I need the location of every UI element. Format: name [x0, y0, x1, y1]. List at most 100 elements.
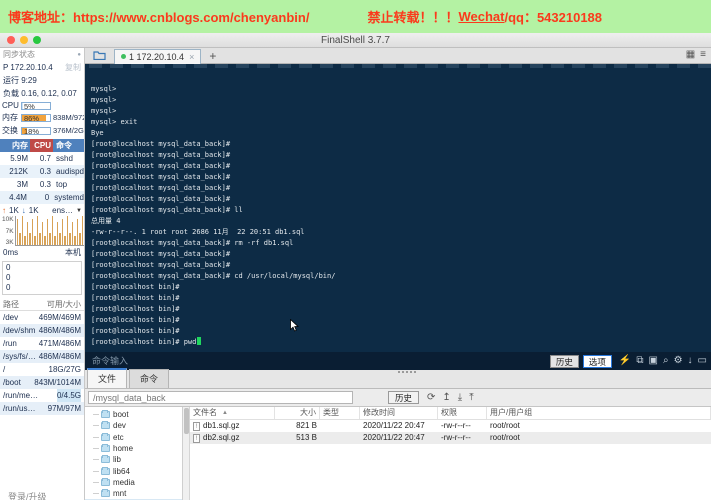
tree-connector	[93, 436, 99, 438]
tab-commands[interactable]: 命令	[129, 369, 170, 388]
terminal-clipped-line	[89, 64, 711, 68]
tree-item-home[interactable]: home	[85, 443, 182, 454]
tab-files[interactable]: 文件	[87, 368, 128, 388]
chevron-down-icon[interactable]: ▼	[76, 208, 82, 214]
upload-file-icon[interactable]: ⤒	[469, 392, 473, 403]
tree-item-boot[interactable]: boot	[85, 409, 182, 420]
disk-size: 843M/1014M	[34, 378, 81, 387]
disk-size: 486M/486M	[38, 352, 81, 361]
close-tab-icon[interactable]: ×	[189, 52, 194, 62]
interface-select[interactable]: ens…	[52, 206, 73, 215]
monitor-sidebar: 同步状态 ● P 172.20.10.4 复制 运行 9:29 负载 0.16,…	[0, 48, 85, 500]
search-icon[interactable]: ⌕	[663, 356, 669, 366]
cpu-label: CPU	[2, 101, 19, 110]
minimize-window-button[interactable]	[20, 36, 28, 44]
network-bar	[66, 216, 69, 245]
session-status-icon	[121, 54, 126, 59]
disk-path: /	[3, 365, 6, 374]
copy-icon[interactable]: ⧉	[636, 356, 643, 366]
tree-connector	[93, 459, 99, 461]
tree-connector	[93, 470, 99, 472]
folder-icon	[101, 455, 110, 464]
gear-icon[interactable]: ⚙	[674, 356, 683, 366]
process-cell: 3M	[16, 180, 28, 189]
finalshell-window: 博客地址：https://www.cnblogs.com/chenyanbin/…	[0, 0, 711, 500]
process-row: 212K 0.3 audispd	[0, 165, 84, 178]
grid-view-icon[interactable]: ▦	[686, 49, 695, 60]
command-bar-icons: ⚡ ⧉ ▣ ⌕ ⚙ ↓ ▭	[619, 356, 707, 366]
titlebar: FinalShell 3.7.7	[0, 33, 711, 48]
new-tab-button[interactable]: +	[209, 49, 216, 63]
directory-tree: bootdevetchomeliblib64mediamntmysql_data…	[85, 407, 183, 500]
terminal-line: [root@localhost bin]#	[91, 316, 184, 324]
folder-icon	[101, 432, 110, 441]
paste-icon[interactable]: ▣	[649, 356, 658, 366]
file-row[interactable]: ! db1.sql.gz 821 B 2020/11/22 20:47 -rw-r--r…	[190, 420, 711, 432]
file-icon: !	[193, 421, 200, 431]
disk-col-size: 可用/大小	[46, 300, 81, 309]
disk-table-header: 路径 可用/大小	[0, 298, 84, 311]
network-bar	[81, 216, 84, 245]
options-button[interactable]: 选项	[582, 354, 612, 368]
refresh-icon[interactable]: ⟳	[427, 392, 435, 403]
tree-item-lib64[interactable]: lib64	[85, 465, 182, 476]
file-toolbar: 历史 ⟳ ↥ ⤓ ⤒	[85, 389, 711, 406]
tree-item-dev[interactable]: dev	[85, 420, 182, 431]
tree-item-mnt[interactable]: mnt	[85, 488, 182, 499]
copy-ip-button[interactable]: 复制	[65, 62, 81, 73]
network-ytick: 10K	[2, 216, 14, 223]
download-file-icon[interactable]: ⤓	[458, 392, 462, 403]
terminal-output: mysql> mysql> mysql> mysql> exit Bye [root…	[91, 84, 709, 348]
folder-icon	[101, 489, 110, 498]
banner-wechat-link: Wechat	[458, 9, 505, 24]
process-cell: 212K	[9, 167, 28, 176]
history-button[interactable]: 历史	[549, 354, 579, 368]
disk-row: / 18G/27G	[0, 363, 84, 376]
monitor-icon[interactable]: ▭	[698, 356, 707, 366]
close-window-button[interactable]	[7, 36, 15, 44]
terminal-line: 总用量 4	[91, 217, 121, 225]
disk-row: /boot 843M/1014M	[0, 376, 84, 389]
command-input[interactable]	[92, 356, 546, 366]
disk-col-path: 路径	[3, 300, 19, 309]
panel-resize-handle[interactable]	[398, 371, 418, 373]
login-upgrade-link[interactable]: 登录/升级	[8, 490, 47, 500]
banner-blog-url: 博客地址：https://www.cnblogs.com/chenyanbin/	[8, 10, 310, 25]
connections-folder-icon[interactable]	[93, 47, 106, 65]
lightning-icon[interactable]: ⚡	[619, 356, 631, 366]
tree-item-label: mnt	[113, 489, 127, 499]
network-bar	[24, 236, 26, 245]
file-name: db1.sql.gz	[203, 421, 240, 430]
memory-bar: 86%	[21, 113, 51, 123]
menu-icon[interactable]: ≡	[700, 49, 706, 60]
file-mtime: 2020/11/22 20:47	[363, 421, 425, 430]
download-icon[interactable]: ↓	[688, 356, 693, 366]
memory-gauge: 内存 86% 838M/972M	[0, 111, 84, 124]
terminal-line: [root@localhost mysql_data_back]#	[91, 162, 235, 170]
tree-scrollbar[interactable]	[183, 407, 190, 500]
terminal-cursor	[197, 337, 202, 345]
path-input[interactable]	[88, 391, 353, 404]
session-tab[interactable]: 1 172.20.10.4 ×	[114, 48, 202, 64]
tree-item-lib[interactable]: lib	[85, 454, 182, 465]
network-bar	[36, 216, 39, 245]
tree-item-etc[interactable]: etc	[85, 432, 182, 443]
file-row[interactable]: ! db2.sql.gz 513 B 2020/11/22 20:47 -rw-r--r…	[190, 432, 711, 444]
up-directory-icon[interactable]: ↥	[442, 392, 450, 403]
sync-status-label: 同步状态	[3, 50, 35, 59]
tree-item-media[interactable]: media	[85, 477, 182, 488]
file-panel: 文件 命令 历史 ⟳ ↥ ⤓ ⤒ bootdevetc homeliblib64medi…	[85, 368, 711, 500]
terminal-line: mysql>	[91, 96, 121, 104]
disk-size: 97M/97M	[47, 404, 81, 413]
network-chart: 10K 7K 3K	[0, 216, 84, 246]
file-perm: -rw-r--r--	[441, 433, 471, 442]
tree-connector	[93, 493, 99, 495]
swap-label: 交换	[2, 126, 18, 135]
process-cell: sshd	[56, 154, 73, 163]
upload-arrow-icon: ↑	[2, 206, 6, 215]
terminal-line: [root@localhost bin]#	[91, 283, 184, 291]
maximize-window-button[interactable]	[33, 36, 41, 44]
terminal[interactable]: mysql> mysql> mysql> mysql> exit Bye [root…	[85, 64, 711, 352]
network-bar	[79, 233, 81, 245]
path-history-button[interactable]: 历史	[388, 391, 420, 404]
